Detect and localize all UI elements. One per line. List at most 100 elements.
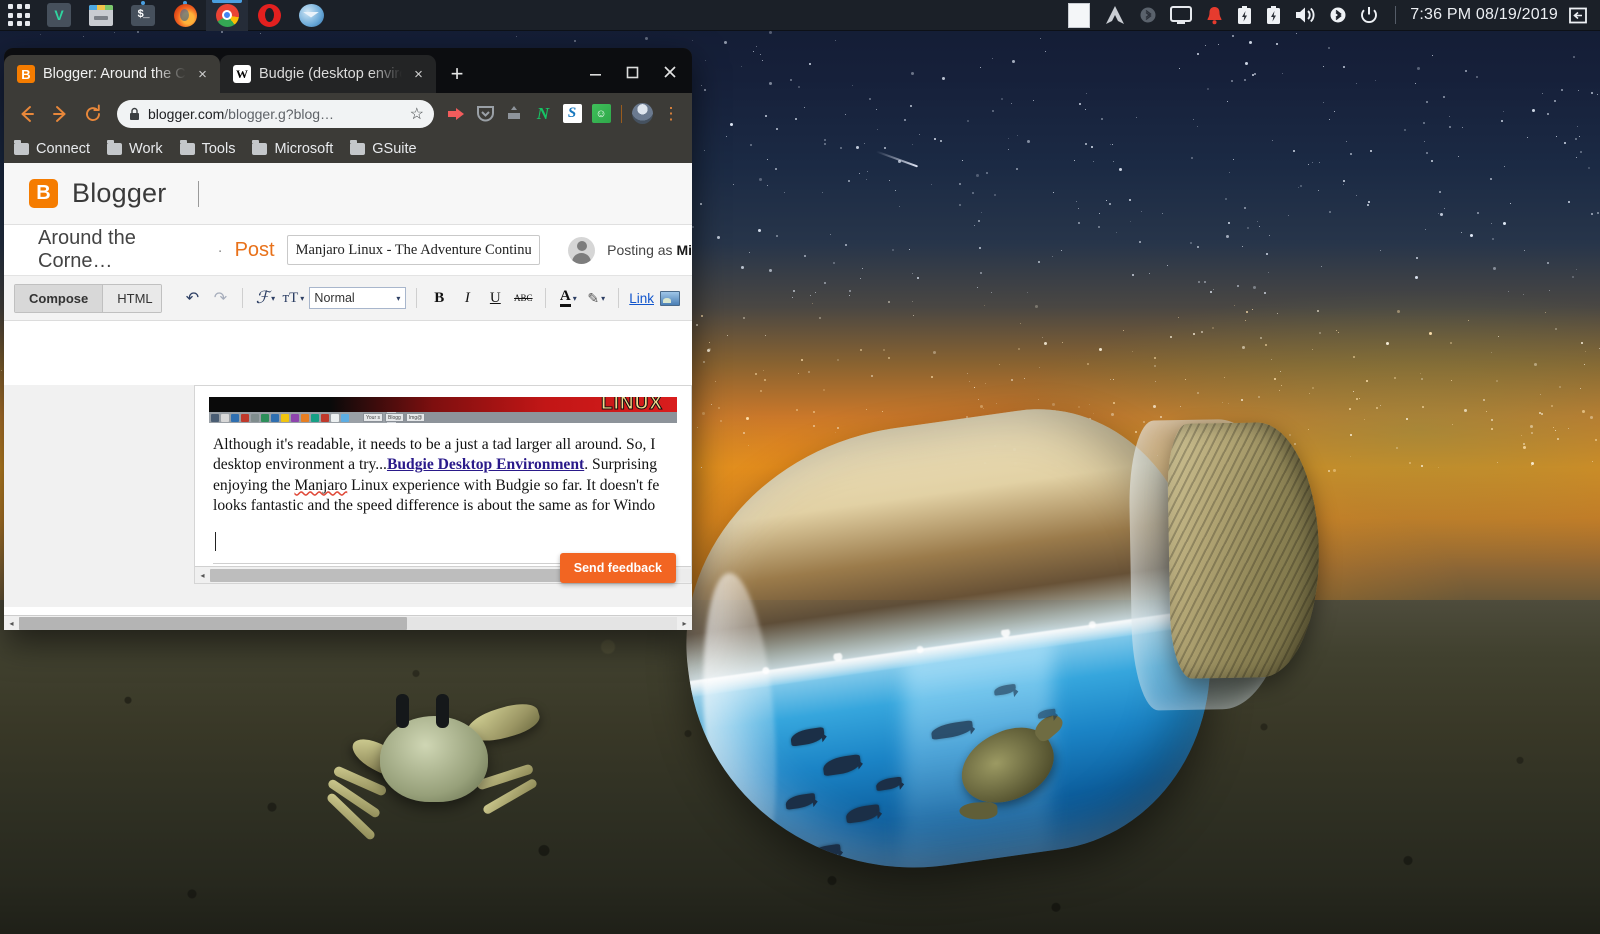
bluetooth-icon [1330,7,1346,23]
panel-clock[interactable]: 7:36 PM 08/19/2019 [1406,6,1562,24]
chevron-down-icon: ▾ [271,293,276,303]
bookmark-label: GSuite [372,140,417,157]
blogger-logo-icon[interactable]: B [29,179,58,208]
text-color-glyph: A [559,289,571,307]
wallpaper-glass-jar [656,357,1335,909]
tab-blogger[interactable]: B Blogger: Around the Corner × [4,55,220,93]
tab-close-button[interactable]: × [194,66,211,83]
maximize-button[interactable] [616,60,649,84]
bookmark-gsuite[interactable]: GSuite [350,139,417,157]
posting-as-text: Posting as [607,242,677,258]
back-button[interactable] [12,99,42,129]
budgie-link[interactable]: Budgie Desktop Environment [387,456,584,473]
bookmark-tools[interactable]: Tools [179,139,235,157]
tray-power[interactable] [1353,0,1385,31]
document-icon [1068,2,1091,28]
pushbullet-extension-icon[interactable] [443,101,469,127]
show-desktop-button[interactable] [1562,0,1594,31]
post-body-text[interactable]: Although it's readable, it needs to be a… [195,423,691,552]
tray-bluetooth-off[interactable] [1133,0,1163,31]
battery-charging-icon [1238,5,1252,24]
bookmark-work[interactable]: Work [107,139,163,157]
text-cursor [215,532,216,552]
scroll-right-arrow-icon[interactable]: ▸ [677,619,692,628]
app-menu-icon[interactable] [0,0,38,31]
jar-fish [789,726,826,747]
embedded-screenshot-image[interactable]: LINUX Your s Blogg Img@ [209,397,677,423]
taskbar-item-mail[interactable] [290,0,332,31]
text-color-button[interactable]: A ▾ [556,285,580,311]
display-icon [1170,6,1193,24]
underline-button[interactable]: U [483,285,507,311]
tab-budgie-wikipedia[interactable]: W Budgie (desktop environment) × [220,55,436,93]
close-button[interactable] [653,60,686,84]
redo-button[interactable]: ↷ [208,285,232,311]
inbox-icon [508,106,520,119]
font-size-glyph: ᴛT [282,289,299,306]
embedded-chip: Img@ [405,413,426,422]
highlight-color-button[interactable]: ✎ ▾ [584,285,608,311]
chrome-menu-button[interactable]: ⋮ [658,101,684,127]
chrome-toolbar: blogger.com/blogger.g?blog… ☆ N S ☺ ⋮ [4,93,692,134]
taskbar-item-chrome[interactable] [206,0,248,31]
new-tab-button[interactable]: + [442,59,472,89]
bookmark-connect[interactable]: Connect [14,139,90,157]
grammarly-extension-icon[interactable]: N [530,101,556,127]
reload-button[interactable] [78,99,108,129]
post-label: Post [234,238,275,261]
tab-close-button[interactable]: × [410,66,427,83]
paragraph-format-select[interactable]: Normal ▾ [309,287,407,309]
volume-icon [1296,7,1315,23]
taskbar-item-opera[interactable] [248,0,290,31]
scroll-track[interactable] [19,616,677,630]
font-size-button[interactable]: ᴛT ▾ [281,285,305,311]
blog-name[interactable]: Around the Corne… [38,227,206,273]
taskbar-item-firefox[interactable] [164,0,206,31]
undo-button[interactable]: ↶ [180,285,204,311]
minimize-button[interactable] [579,60,612,84]
jar-fish [821,754,862,777]
font-family-button[interactable]: ℱ ▾ [253,285,277,311]
bookmark-microsoft[interactable]: Microsoft [252,139,333,157]
tray-bluetooth[interactable] [1323,0,1353,31]
italic-button[interactable]: I [455,285,479,311]
insert-image-button[interactable] [658,285,682,311]
tray-display[interactable] [1163,0,1199,31]
taskbar-item-files[interactable] [80,0,122,31]
tray-document[interactable] [1061,0,1097,31]
scroll-thumb[interactable] [19,616,408,630]
jar-fish [810,843,842,861]
bookmark-star-icon[interactable]: ☆ [410,104,424,124]
send-feedback-button[interactable]: Send feedback [559,553,676,583]
profile-avatar[interactable] [629,101,655,127]
taskbar-item-terminal[interactable]: $_ [122,0,164,31]
url-domain: blogger.com [148,105,225,122]
vlc-icon: V [47,3,71,27]
tray-volume[interactable] [1288,0,1323,31]
save-extension-icon[interactable] [501,101,527,127]
post-title-input[interactable] [286,235,541,265]
folder-icon [252,139,268,155]
strikethrough-button[interactable]: ABC [511,285,535,311]
folder-icon [179,139,195,155]
scroll-left-arrow-icon[interactable]: ◂ [195,571,210,580]
chevron-down-icon: ▾ [572,293,577,303]
tray-arch[interactable] [1097,0,1133,31]
taskbar-item-vlc[interactable]: V [38,0,80,31]
tray-battery-2[interactable] [1259,0,1288,31]
tray-battery-1[interactable] [1230,0,1259,31]
page-horizontal-scrollbar[interactable]: ◂ ▸ [4,615,692,630]
pocket-extension-icon[interactable] [472,101,498,127]
address-bar[interactable]: blogger.com/blogger.g?blog… ☆ [117,99,434,128]
tab-compose[interactable]: Compose [15,284,103,312]
notes-extension-icon[interactable]: ☺ [588,101,614,127]
tab-html[interactable]: HTML [102,284,162,312]
scroll-left-arrow-icon[interactable]: ◂ [4,619,19,628]
blogger-header: B Blogger [4,163,692,225]
insert-link-button[interactable]: Link [629,291,654,306]
forward-button[interactable] [45,99,75,129]
tray-notifications[interactable] [1199,0,1230,31]
bold-button[interactable]: B [427,285,451,311]
pocket-icon [476,105,494,121]
skype-extension-icon[interactable]: S [559,101,585,127]
